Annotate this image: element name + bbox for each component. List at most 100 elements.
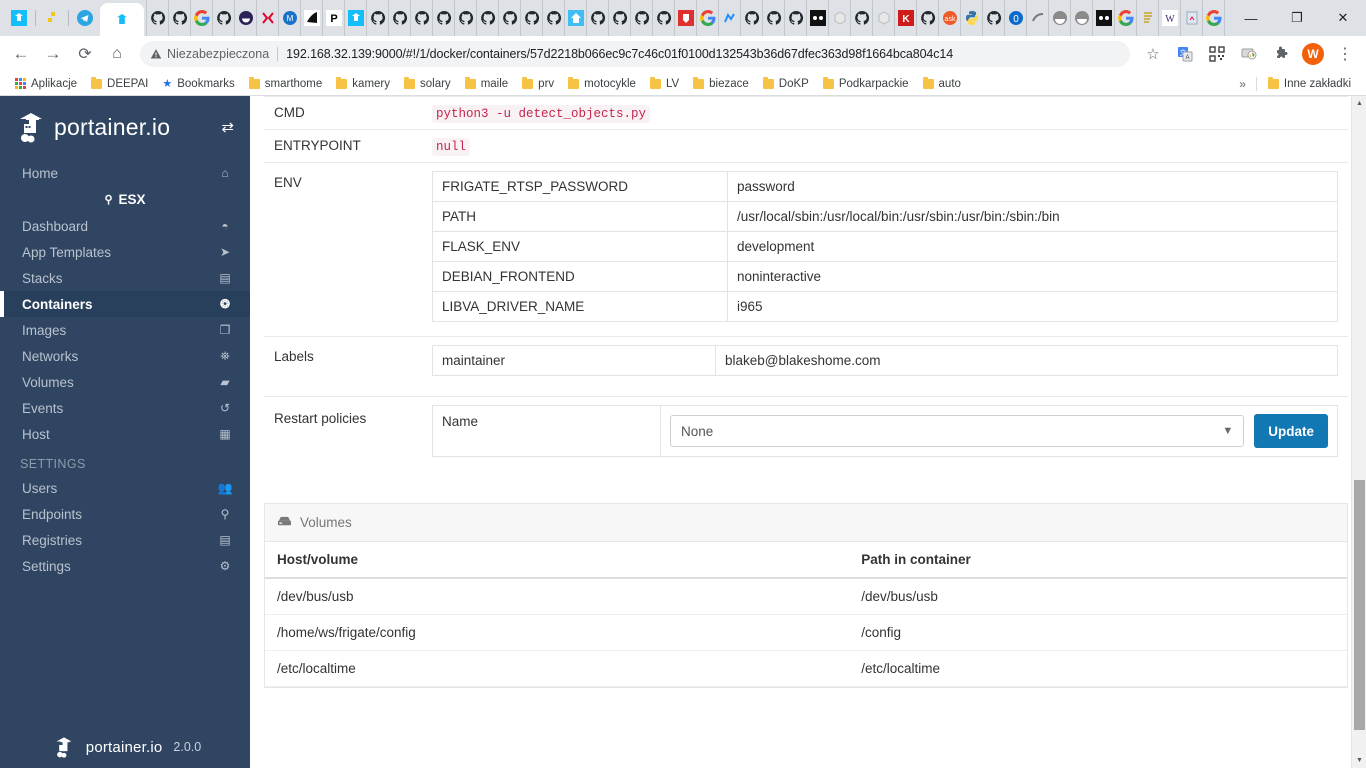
tab-github[interactable] <box>982 0 1004 36</box>
scroll-up-arrow-icon[interactable]: ▲ <box>1352 96 1366 111</box>
bookmark-solary[interactable]: solary <box>397 74 458 94</box>
tab-internet-explorer[interactable] <box>1070 0 1092 36</box>
bookmark-deepai[interactable]: DEEPAI <box>84 74 155 94</box>
tab-github[interactable] <box>432 0 454 36</box>
tab-bw[interactable] <box>1092 0 1114 36</box>
tab-mikrotik[interactable] <box>256 0 278 36</box>
tab-google[interactable] <box>190 0 212 36</box>
tab-github[interactable] <box>476 0 498 36</box>
scroll-down-arrow-icon[interactable]: ▼ <box>1352 753 1366 768</box>
tab-internet-explorer[interactable] <box>1048 0 1070 36</box>
sidebar-item-volumes[interactable]: Volumes ▰ <box>0 369 250 395</box>
tab-github[interactable] <box>784 0 806 36</box>
sidebar-item-home[interactable]: Home ⌂ <box>0 160 250 186</box>
tab-bw[interactable] <box>806 0 828 36</box>
tab-docker-cube[interactable] <box>828 0 850 36</box>
browser-menu-button[interactable]: ⋮ <box>1330 39 1360 69</box>
bookmark-maile[interactable]: maile <box>458 74 515 94</box>
tab-github[interactable] <box>542 0 564 36</box>
sidebar-item-users[interactable]: Users 👥 <box>0 475 250 501</box>
bookmark-bookmarks[interactable]: ★ Bookmarks <box>155 74 241 94</box>
bookmark-motocykle[interactable]: motocykle <box>561 74 643 94</box>
sidebar-item-host[interactable]: Host ▦ <box>0 421 250 447</box>
tab-github[interactable] <box>850 0 872 36</box>
bookmark-prv[interactable]: prv <box>515 74 561 94</box>
tab-github[interactable] <box>366 0 388 36</box>
scrollbar-thumb[interactable] <box>1354 480 1365 730</box>
maximize-button[interactable]: ❐ <box>1274 2 1320 34</box>
bookmark-apps[interactable]: Aplikacje <box>8 74 84 94</box>
column-header-host-volume[interactable]: Host/volume <box>265 542 850 579</box>
tab-google[interactable] <box>1114 0 1136 36</box>
tab-grafana[interactable] <box>718 0 740 36</box>
home-button[interactable]: ⌂ <box>102 39 132 69</box>
forward-button[interactable]: → <box>38 39 68 69</box>
sidebar-item-images[interactable]: Images ❐ <box>0 317 250 343</box>
bookmark-auto[interactable]: auto <box>916 74 968 94</box>
tab-google[interactable] <box>1202 0 1224 36</box>
tab-google[interactable] <box>696 0 718 36</box>
profile-avatar[interactable]: W <box>1298 39 1328 69</box>
restart-policy-select[interactable]: None ▼ <box>670 415 1245 447</box>
sidebar-item-containers[interactable]: Containers ❂ <box>0 291 250 317</box>
tab-dark[interactable] <box>300 0 322 36</box>
bookmark-biezace[interactable]: biezace <box>686 74 756 94</box>
tab-github[interactable] <box>740 0 762 36</box>
pinned-tab-telegram[interactable] <box>72 0 98 36</box>
tab-python[interactable] <box>960 0 982 36</box>
tab-misc[interactable] <box>1026 0 1048 36</box>
security-warning[interactable]: Niezabezpieczona <box>150 47 269 61</box>
tab-mt[interactable]: M <box>278 0 300 36</box>
minimize-button[interactable]: — <box>1228 2 1274 34</box>
bookmark-podkarpackie[interactable]: Podkarpackie <box>816 74 916 94</box>
tab-zero[interactable]: 0 <box>1004 0 1026 36</box>
chrome-remote-desktop-icon[interactable] <box>1234 39 1264 69</box>
tab-github[interactable] <box>608 0 630 36</box>
bookmarks-overflow-button[interactable]: » <box>1233 77 1252 91</box>
other-bookmarks-button[interactable]: Inne zakładki <box>1261 74 1358 94</box>
tab-ask[interactable]: ask <box>938 0 960 36</box>
tab-youtube[interactable] <box>674 0 696 36</box>
tab-docker-cube[interactable] <box>872 0 894 36</box>
active-tab-portainer[interactable] <box>100 3 144 36</box>
pinned-tab-portainer[interactable] <box>6 0 32 36</box>
tab-portainer[interactable] <box>344 0 366 36</box>
bookmark-dokp[interactable]: DoKP <box>756 74 816 94</box>
tab-github[interactable] <box>168 0 190 36</box>
tab-github[interactable] <box>586 0 608 36</box>
back-button[interactable]: ← <box>6 39 36 69</box>
tab-github[interactable] <box>410 0 432 36</box>
address-bar[interactable]: Niezabezpieczona 192.168.32.139:9000/#!/… <box>140 41 1130 67</box>
tab-wikipedia[interactable]: W <box>1158 0 1180 36</box>
translate-icon[interactable]: 文A <box>1170 39 1200 69</box>
tab-github[interactable] <box>652 0 674 36</box>
tab-kubernetes[interactable]: K <box>894 0 916 36</box>
bookmark-lv[interactable]: LV <box>643 74 686 94</box>
bookmark-star-icon[interactable]: ☆ <box>1138 39 1168 69</box>
sidebar-item-settings[interactable]: Settings ⚙ <box>0 553 250 579</box>
qr-code-icon[interactable] <box>1202 39 1232 69</box>
tab-github[interactable] <box>762 0 784 36</box>
page-scrollbar[interactable]: ▲ ▼ <box>1351 96 1366 768</box>
collapse-sidebar-icon[interactable]: ⇄ <box>221 118 234 136</box>
sidebar-item-networks[interactable]: Networks ⛯ <box>0 343 250 369</box>
tab-home-assistant[interactable] <box>564 0 586 36</box>
sidebar-item-app-templates[interactable]: App Templates ➤ <box>0 239 250 265</box>
sidebar-item-events[interactable]: Events ↺ <box>0 395 250 421</box>
tab-pdf[interactable] <box>1180 0 1202 36</box>
update-button[interactable]: Update <box>1254 414 1328 448</box>
tab-github[interactable] <box>916 0 938 36</box>
tab-github[interactable] <box>630 0 652 36</box>
tab-github[interactable] <box>498 0 520 36</box>
tab-github[interactable] <box>520 0 542 36</box>
sidebar-item-endpoints[interactable]: Endpoints ⚲ <box>0 501 250 527</box>
column-header-path-in-container[interactable]: Path in container <box>849 542 1347 579</box>
bookmark-kamery[interactable]: kamery <box>329 74 397 94</box>
tab-github[interactable] <box>212 0 234 36</box>
bookmark-smarthome[interactable]: smarthome <box>242 74 330 94</box>
tab-github[interactable] <box>146 0 168 36</box>
sidebar-item-registries[interactable]: Registries ▤ <box>0 527 250 553</box>
tab-github[interactable] <box>388 0 410 36</box>
extensions-icon[interactable] <box>1266 39 1296 69</box>
close-button[interactable]: ✕ <box>1320 2 1366 34</box>
